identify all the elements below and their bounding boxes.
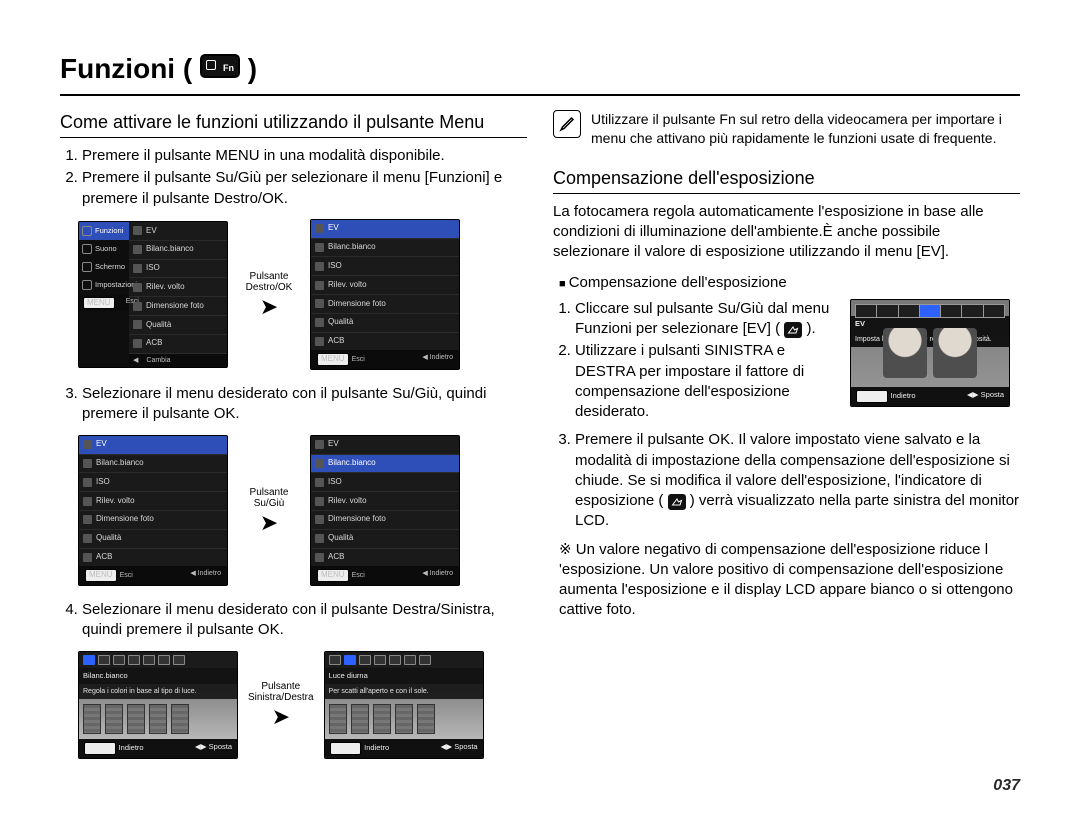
ev-note: Un valore negativo di compensazione dell… xyxy=(553,540,1020,621)
page-title-prefix: Funzioni ( Fn ) xyxy=(60,50,257,88)
section-heading-menu: Come attivare le funzioni utilizzando il… xyxy=(60,110,527,138)
menu-screen-funzioni: Funzioni Suono Schermo Impostazioni MENU… xyxy=(78,221,228,368)
arrow-destro-ok: Pulsante Destro/OK ➤ xyxy=(238,271,300,318)
left-step-2: Premere il pulsante Su/Giù per seleziona… xyxy=(82,168,527,209)
ev-bullet: Compensazione dell'esposizione xyxy=(559,273,1020,293)
menu-screen-ev-selected-2: EV Bilanc.bianco ISO Rilev. volto Dimens… xyxy=(78,435,228,586)
arrow-right-icon: ➤ xyxy=(272,706,290,728)
right-column: Utilizzare il pulsante Fn sul retro dell… xyxy=(553,110,1020,773)
left-step-4: Selezionare il menu desiderato con il pu… xyxy=(82,600,527,641)
ev-indicator-icon xyxy=(668,494,686,510)
screens-row-1: Funzioni Suono Schermo Impostazioni MENU… xyxy=(78,219,527,370)
page-number: 037 xyxy=(993,775,1020,797)
section-heading-ev: Compensazione dell'esposizione xyxy=(553,166,1020,194)
tip-text: Utilizzare il pulsante Fn sul retro dell… xyxy=(591,110,1020,148)
arrow-right-icon: ➤ xyxy=(260,512,278,534)
screens-row-3: Bilanc.bianco Regola i colori in base al… xyxy=(78,651,527,759)
left-steps-c: Selezionare il menu desiderato con il pu… xyxy=(60,600,527,641)
fn-icon: Fn xyxy=(200,54,240,78)
left-steps-b: Selezionare il menu desiderato con il pu… xyxy=(60,384,527,425)
menu-screen-bilanc-selected: EV Bilanc.bianco ISO Rilev. volto Dimens… xyxy=(310,435,460,586)
page-title-row: Funzioni ( Fn ) xyxy=(60,50,1020,96)
ev-steps-b: Premere il pulsante OK. Il valore impost… xyxy=(553,430,1020,531)
ev-preview-screen: EV Imposta l'esposizione e regola la lum… xyxy=(850,299,1010,407)
ev-step-3: Premere il pulsante OK. Il valore impost… xyxy=(575,430,1020,531)
note-icon xyxy=(553,110,581,138)
ev-steps: Cliccare sul pulsante Su/Giù dal menu Fu… xyxy=(553,299,838,423)
left-column: Come attivare le funzioni utilizzando il… xyxy=(60,110,527,773)
menu-screen-ev-selected: EV Bilanc.bianco ISO Rilev. volto Dimens… xyxy=(310,219,460,370)
preview-screen-luce-diurna: Luce diurna Per scatti all'aperto e con … xyxy=(324,651,484,759)
ev-step-2: Utilizzare i pulsanti SINISTRA e DESTRA … xyxy=(575,341,838,422)
ev-indicator-icon xyxy=(784,322,802,338)
ev-bullet-list: Compensazione dell'esposizione xyxy=(553,273,1020,293)
screens-row-2: EV Bilanc.bianco ISO Rilev. volto Dimens… xyxy=(78,435,527,586)
arrow-right-icon: ➤ xyxy=(260,296,278,318)
arrow-su-giu: Pulsante Su/Giù ➤ xyxy=(238,487,300,534)
ev-intro: La fotocamera regola automaticamente l'e… xyxy=(553,202,1020,263)
left-step-3: Selezionare il menu desiderato con il pu… xyxy=(82,384,527,425)
preview-screen-bilanc: Bilanc.bianco Regola i colori in base al… xyxy=(78,651,238,759)
arrow-sx-dx: Pulsante Sinistra/Destra ➤ xyxy=(248,681,314,728)
left-step-1: Premere il pulsante MENU in una modalità… xyxy=(82,146,527,166)
left-steps: Premere il pulsante MENU in una modalità… xyxy=(60,146,527,209)
ev-step-1: Cliccare sul pulsante Su/Giù dal menu Fu… xyxy=(575,299,838,340)
tip-box: Utilizzare il pulsante Fn sul retro dell… xyxy=(553,110,1020,148)
